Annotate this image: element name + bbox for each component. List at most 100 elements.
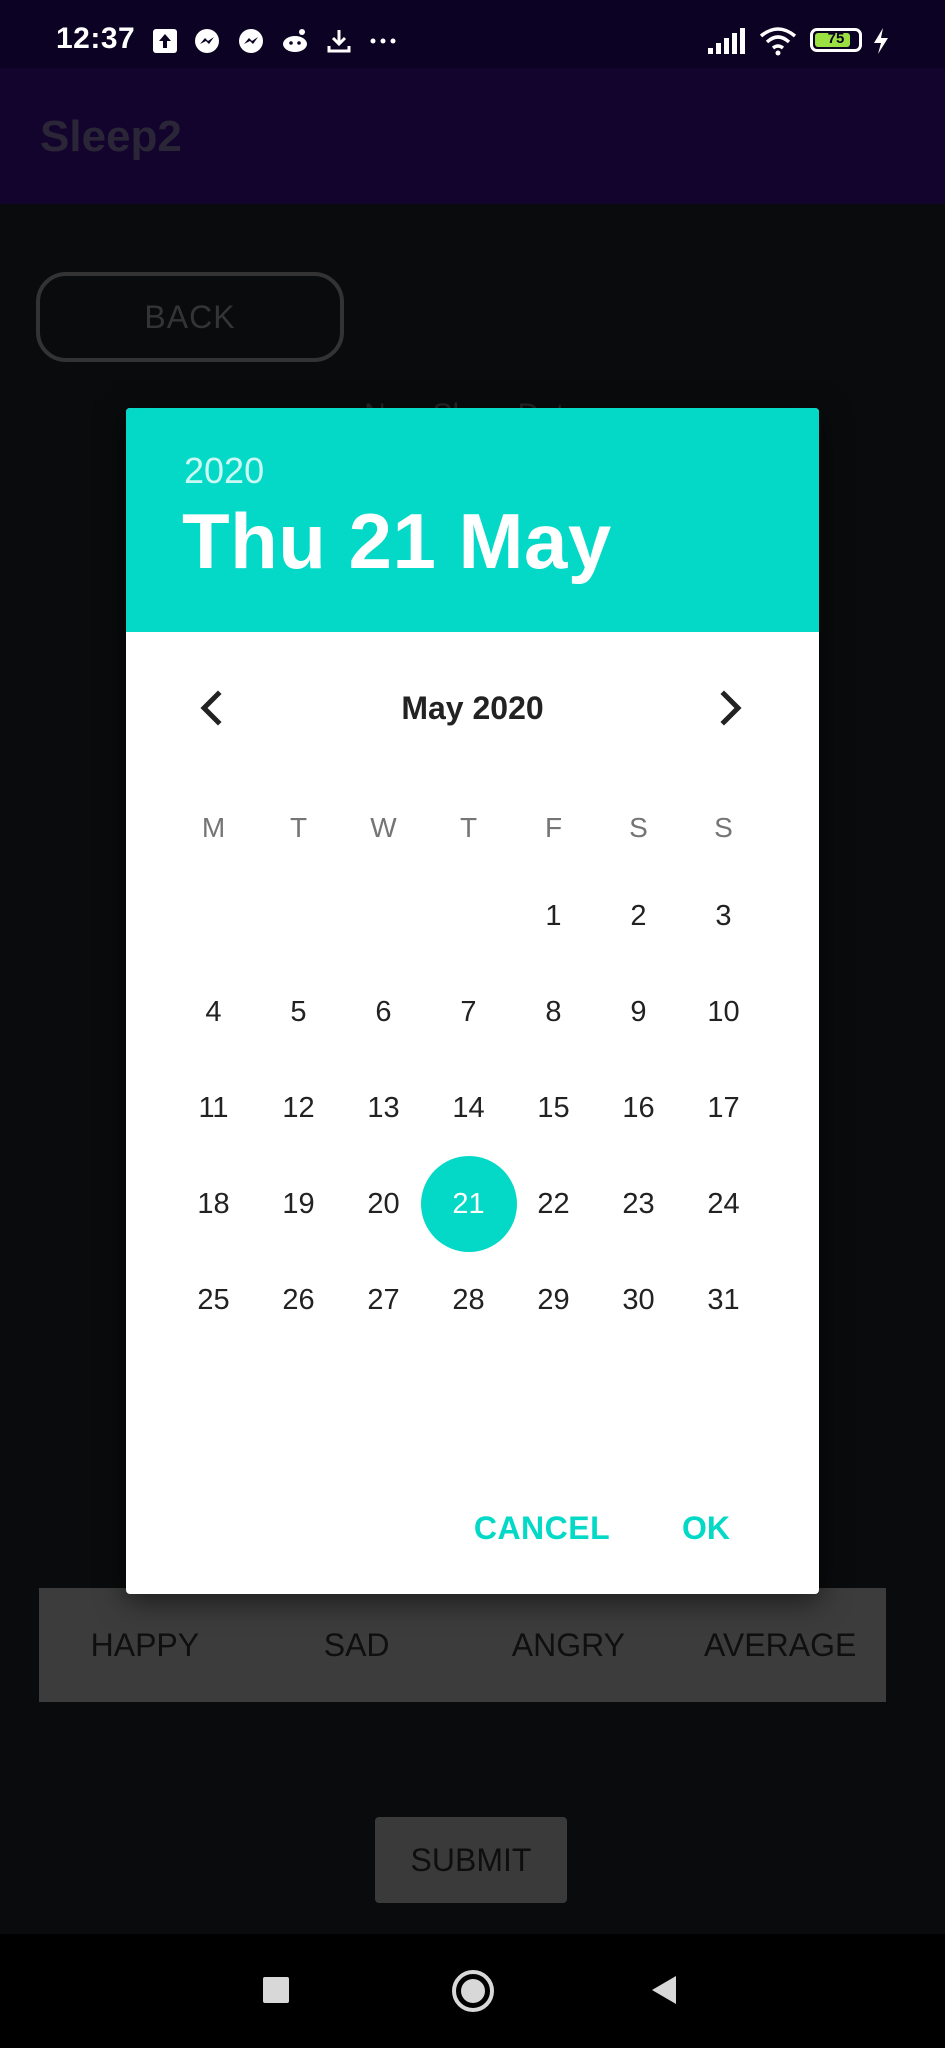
day-cell[interactable]: 15 bbox=[511, 1060, 596, 1156]
weekday-row: M T W T F S S bbox=[171, 812, 766, 852]
day-cell[interactable]: 17 bbox=[681, 1060, 766, 1156]
app-bar: Sleep2 bbox=[0, 68, 945, 204]
more-icon bbox=[370, 38, 396, 44]
day-number: 17 bbox=[707, 1092, 740, 1124]
day-number: 4 bbox=[205, 996, 222, 1028]
day-number: 15 bbox=[537, 1092, 570, 1124]
day-cell[interactable]: 2 bbox=[596, 868, 681, 964]
day-cell[interactable]: 30 bbox=[596, 1252, 681, 1348]
wifi-icon bbox=[759, 27, 797, 56]
day-number: 26 bbox=[282, 1284, 315, 1316]
day-number: 24 bbox=[707, 1188, 740, 1220]
day-cell[interactable]: 29 bbox=[511, 1252, 596, 1348]
day-cell[interactable]: 18 bbox=[171, 1156, 256, 1252]
day-number: 31 bbox=[707, 1284, 740, 1316]
day-cell[interactable]: 3 bbox=[681, 868, 766, 964]
weekday-label: W bbox=[370, 812, 397, 843]
date-picker-dialog: 2020 Thu 21 May May 2020 M T W T F S S 1… bbox=[126, 408, 819, 1594]
status-time: 12:37 bbox=[56, 22, 136, 55]
day-cell[interactable]: 24 bbox=[681, 1156, 766, 1252]
day-cell[interactable]: 23 bbox=[596, 1156, 681, 1252]
day-cell[interactable]: 12 bbox=[256, 1060, 341, 1156]
day-cell[interactable]: 14 bbox=[426, 1060, 511, 1156]
day-cell[interactable]: 5 bbox=[256, 964, 341, 1060]
download-icon bbox=[327, 30, 351, 53]
day-number: 6 bbox=[375, 996, 392, 1028]
day-cell[interactable]: 9 bbox=[596, 964, 681, 1060]
day-cell[interactable]: 13 bbox=[341, 1060, 426, 1156]
mood-angry-button[interactable]: ANGRY bbox=[463, 1627, 675, 1664]
screen: 12:37 75 Sleep2 BACK HAPPY SAD ANGRY AVE… bbox=[0, 0, 945, 2048]
weekday-label: F bbox=[544, 812, 563, 843]
day-number: 9 bbox=[630, 996, 647, 1028]
day-cell[interactable]: 7 bbox=[426, 964, 511, 1060]
day-cell[interactable]: 8 bbox=[511, 964, 596, 1060]
selected-day-cell[interactable]: 21 bbox=[420, 1156, 517, 1252]
day-cell[interactable]: 31 bbox=[681, 1252, 766, 1348]
day-number: 27 bbox=[367, 1284, 400, 1316]
day-cell[interactable]: 10 bbox=[681, 964, 766, 1060]
mood-happy-button[interactable]: HAPPY bbox=[39, 1627, 251, 1664]
messenger-icon bbox=[239, 29, 263, 53]
mood-sad-button[interactable]: SAD bbox=[251, 1627, 463, 1664]
day-number: 7 bbox=[460, 996, 477, 1028]
day-number: 22 bbox=[537, 1188, 570, 1220]
ok-button[interactable]: OK bbox=[666, 1498, 746, 1558]
day-number: 13 bbox=[367, 1092, 400, 1124]
home-icon[interactable] bbox=[450, 1968, 496, 2014]
day-number: 25 bbox=[197, 1284, 230, 1316]
day-cell[interactable]: 4 bbox=[171, 964, 256, 1060]
day-number: 23 bbox=[622, 1188, 655, 1220]
status-bar: 12:37 75 bbox=[0, 0, 945, 68]
day-cell[interactable]: 1 bbox=[511, 868, 596, 964]
day-number: 30 bbox=[622, 1284, 655, 1316]
day-number: 2 bbox=[630, 900, 647, 932]
recents-icon[interactable] bbox=[262, 1976, 290, 2004]
day-number: 20 bbox=[367, 1188, 400, 1220]
battery-level: 75 bbox=[827, 30, 845, 47]
mood-average-button[interactable]: AVERAGE bbox=[674, 1627, 886, 1664]
day-number: 5 bbox=[290, 996, 307, 1028]
day-cell[interactable]: 28 bbox=[426, 1252, 511, 1348]
day-cell[interactable]: 19 bbox=[256, 1156, 341, 1252]
header-year[interactable]: 2020 bbox=[184, 450, 264, 492]
charging-icon bbox=[874, 28, 888, 54]
submit-button[interactable]: SUBMIT bbox=[375, 1817, 567, 1903]
weekday-label: T bbox=[289, 812, 308, 843]
signal-icon bbox=[708, 28, 745, 54]
chevron-right-icon[interactable] bbox=[700, 678, 760, 738]
mood-bar: HAPPY SAD ANGRY AVERAGE bbox=[39, 1588, 886, 1702]
upload-icon bbox=[153, 29, 177, 53]
battery-icon: 75 bbox=[810, 28, 862, 52]
header-date[interactable]: Thu 21 May bbox=[182, 496, 612, 587]
day-cell[interactable]: 11 bbox=[171, 1060, 256, 1156]
day-cell[interactable]: 16 bbox=[596, 1060, 681, 1156]
day-cell[interactable]: 20 bbox=[341, 1156, 426, 1252]
weekday-label: S bbox=[714, 812, 733, 843]
day-grid: 1 2 3 4 5 6 7 8 9 10 11 12 13 14 15 16 17 18 19 20 21 22 23 24 2… bbox=[171, 868, 766, 1368]
weekday-label: T bbox=[459, 812, 478, 843]
day-cell[interactable]: 6 bbox=[341, 964, 426, 1060]
day-cell[interactable]: 22 bbox=[511, 1156, 596, 1252]
back-button[interactable]: BACK bbox=[36, 272, 344, 362]
day-number: 28 bbox=[452, 1284, 485, 1316]
app-title: Sleep2 bbox=[40, 112, 182, 161]
weekday-label: S bbox=[629, 812, 648, 843]
day-number: 29 bbox=[537, 1284, 570, 1316]
day-number: 14 bbox=[452, 1092, 485, 1124]
day-cell[interactable]: 26 bbox=[256, 1252, 341, 1348]
weekday-label: M bbox=[201, 812, 226, 843]
day-cell[interactable]: 25 bbox=[171, 1252, 256, 1348]
messenger-icon bbox=[195, 29, 219, 53]
day-number: 10 bbox=[707, 996, 740, 1028]
day-number: 11 bbox=[198, 1092, 229, 1124]
cancel-button[interactable]: CANCEL bbox=[472, 1498, 612, 1558]
day-number: 21 bbox=[452, 1188, 485, 1220]
day-number: 19 bbox=[282, 1188, 315, 1220]
back-icon[interactable] bbox=[648, 1974, 680, 2006]
day-number: 16 bbox=[622, 1092, 655, 1124]
day-cell[interactable]: 27 bbox=[341, 1252, 426, 1348]
date-picker-header: 2020 Thu 21 May bbox=[126, 408, 819, 632]
nav-bar bbox=[0, 1934, 945, 2048]
day-number: 8 bbox=[545, 996, 562, 1028]
